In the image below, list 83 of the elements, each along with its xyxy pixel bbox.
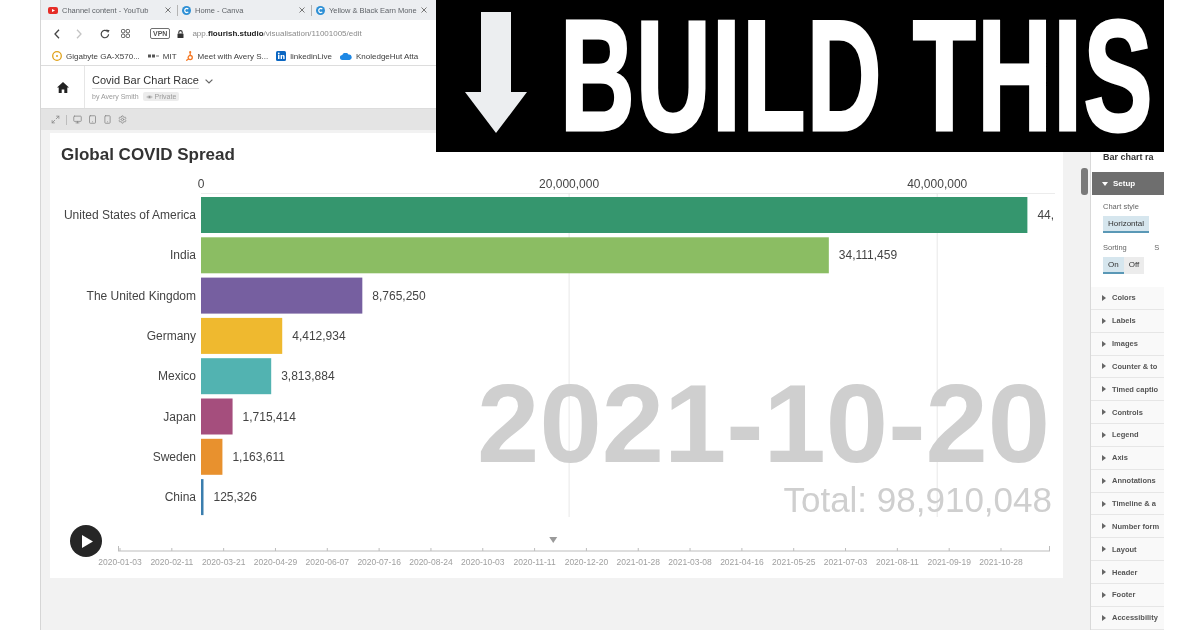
value-label: 3,813,884 xyxy=(281,369,335,384)
timeline-label: 2021-04-16 xyxy=(720,557,764,567)
value-label: 125,326 xyxy=(213,490,257,505)
project-title[interactable]: Covid Bar Chart Race xyxy=(92,73,199,89)
bars-logo-icon xyxy=(147,54,159,58)
category-label: India xyxy=(169,248,196,263)
value-label: 1,715,414 xyxy=(242,409,296,424)
chevron-down-icon[interactable] xyxy=(205,78,213,84)
bookmark[interactable]: Gigabyte GA-X570... xyxy=(52,51,140,61)
category-label: Sweden xyxy=(152,449,196,464)
grid-icon[interactable] xyxy=(121,29,130,38)
category-label: Germany xyxy=(146,328,196,343)
expand-icon[interactable] xyxy=(51,115,60,124)
bookmark[interactable]: linkedinLive xyxy=(276,51,332,61)
circle-logo-icon xyxy=(316,5,325,15)
timeline-label: 2021-03-08 xyxy=(668,557,712,567)
lock-icon xyxy=(177,29,185,38)
timeline-track[interactable] xyxy=(117,537,1051,552)
bar xyxy=(201,438,223,475)
axis-tick-label: 40,000,000 xyxy=(907,177,968,191)
value-label: 4,412,934 xyxy=(292,328,346,343)
close-icon[interactable] xyxy=(420,7,427,13)
timeline-label: 2020-06-07 xyxy=(305,557,350,567)
video-logo-icon xyxy=(48,6,58,14)
option-button[interactable]: On xyxy=(1103,257,1124,274)
timeline-label: 2021-10-28 xyxy=(979,557,1023,567)
timeline-label: 2021-01-28 xyxy=(616,557,660,567)
circle-logo-icon xyxy=(182,5,191,15)
timeline-label: 2020-11-11 xyxy=(513,557,556,567)
chart-title: Global COVID Spread xyxy=(61,144,235,166)
scrollbar-thumb[interactable] xyxy=(1081,168,1088,195)
timeline-label: 2021-05-25 xyxy=(771,557,816,567)
timeline-label: 2020-10-03 xyxy=(461,557,505,567)
ring-icon xyxy=(52,51,62,61)
section-header[interactable]: Setup xyxy=(1092,172,1164,195)
address-field[interactable]: app.flourish.studio/visualisation/11001005/edit xyxy=(192,29,362,38)
play-button[interactable] xyxy=(70,525,102,557)
axis-tick-label: 20,000,000 xyxy=(539,177,600,191)
option-button[interactable]: Off xyxy=(1123,257,1145,274)
timeline-label: 2021-08-11 xyxy=(875,557,919,567)
play-icon xyxy=(82,534,93,548)
category-label: Mexico xyxy=(158,369,196,384)
timeline-label: 2020-01-03 xyxy=(98,557,142,567)
square-logo-icon xyxy=(276,51,287,61)
bar xyxy=(201,398,233,435)
value-label: 8,765,250 xyxy=(372,288,426,303)
bookmark[interactable]: MIT xyxy=(147,51,177,61)
banner-text: BUILD THIS xyxy=(560,12,1154,139)
timeline-label: 2021-09-19 xyxy=(927,557,971,567)
timeline-label: 2020-03-21 xyxy=(201,557,246,567)
reload-icon[interactable] xyxy=(100,28,110,39)
close-icon[interactable] xyxy=(165,7,171,13)
bar xyxy=(201,479,204,516)
bookmark[interactable]: KnoledgeHut Atta xyxy=(339,51,419,61)
back-icon[interactable] xyxy=(54,28,60,39)
tablet-icon[interactable] xyxy=(88,115,97,124)
value-label: 44, xyxy=(1037,208,1055,222)
timeline-marker[interactable] xyxy=(549,537,558,543)
bar xyxy=(201,358,272,395)
sprocket-icon xyxy=(184,51,194,61)
timeline-label: 2020-07-16 xyxy=(357,557,401,567)
panel-title: Bar chart ra xyxy=(1103,153,1154,162)
cloud-icon xyxy=(339,52,352,60)
category-label: The United Kingdom xyxy=(86,288,196,303)
category-label: Japan xyxy=(163,409,196,424)
home-icon[interactable] xyxy=(56,81,69,93)
eye-icon xyxy=(145,94,153,99)
timeline-label: 2020-12-20 xyxy=(564,557,609,567)
value-label: 1,163,611 xyxy=(232,449,285,464)
timeline-label: 2020-08-24 xyxy=(409,557,453,567)
bookmark[interactable]: Meet with Avery S... xyxy=(184,51,269,61)
option-button[interactable]: Horizontal xyxy=(1103,216,1149,233)
category-label: China xyxy=(164,490,196,505)
monitor-icon[interactable] xyxy=(73,115,82,124)
arrow-down-icon xyxy=(465,12,527,133)
category-label: United States of America xyxy=(63,208,196,222)
settings-icon[interactable] xyxy=(118,115,127,124)
timeline-label: 2020-04-29 xyxy=(253,557,298,567)
value-label: 34,111,459 xyxy=(838,248,898,263)
close-icon[interactable] xyxy=(299,7,305,13)
axis-tick-label: 0 xyxy=(197,177,205,191)
timeline-label: 2021-07-03 xyxy=(823,557,868,567)
timeline-label: 2020-02-11 xyxy=(150,557,194,567)
